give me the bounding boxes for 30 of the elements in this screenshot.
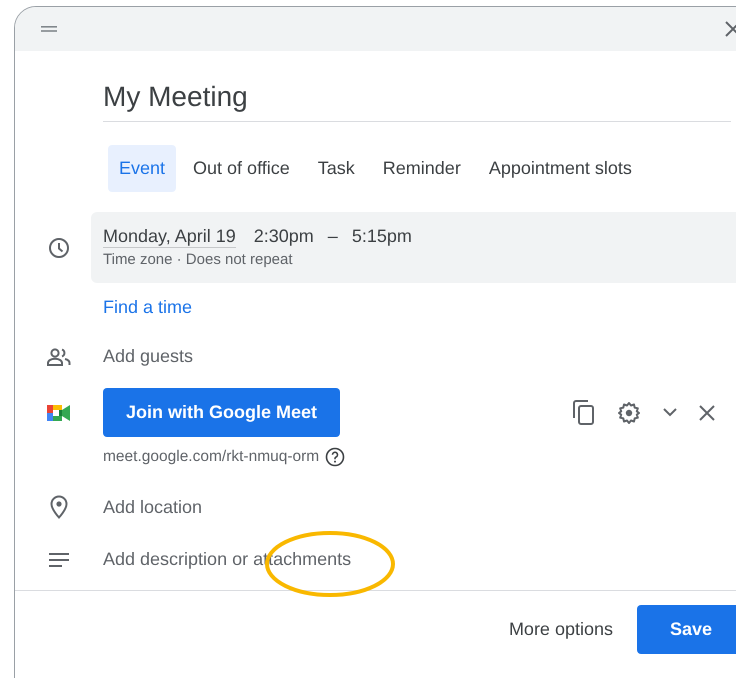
- join-meet-button[interactable]: Join with Google Meet: [103, 388, 340, 437]
- chevron-down-icon[interactable]: [663, 408, 677, 417]
- location-pin-icon: [50, 495, 68, 519]
- text-lines-icon: [48, 552, 70, 566]
- help-icon[interactable]: [325, 447, 346, 467]
- drag-handle-icon[interactable]: [41, 26, 57, 32]
- copy-icon[interactable]: [573, 400, 595, 426]
- meet-link[interactable]: meet.google.com/rkt-nmuq-orm: [103, 448, 320, 466]
- time-panel[interactable]: Monday, April 19 2:30pm – 5:15pm Time zone · Does not repeat: [91, 212, 736, 283]
- video-camera-icon: [46, 403, 72, 423]
- event-type-tab[interactable]: Task: [306, 145, 366, 192]
- event-type-tab[interactable]: Event: [108, 145, 176, 192]
- end-time[interactable]: 5:15pm: [352, 226, 412, 247]
- people-icon: [46, 348, 72, 366]
- start-time[interactable]: 2:30pm: [254, 226, 314, 247]
- recurrence-text[interactable]: Time zone · Does not repeat: [103, 251, 293, 268]
- event-type-tab[interactable]: Out of office: [182, 145, 301, 192]
- settings-icon[interactable]: [617, 400, 641, 424]
- find-a-time-link[interactable]: Find a time: [103, 297, 192, 318]
- more-options-button[interactable]: More options: [494, 606, 627, 653]
- event-type-tab[interactable]: Reminder: [372, 145, 472, 192]
- add-guests-field[interactable]: Add guests: [103, 346, 194, 367]
- event-type-tab[interactable]: Appointment slots: [478, 145, 643, 192]
- close-icon[interactable]: [699, 404, 715, 420]
- time-separator: –: [328, 226, 338, 247]
- save-button[interactable]: Save: [637, 605, 736, 654]
- clock-icon: [48, 236, 70, 258]
- date-field[interactable]: Monday, April 19: [103, 226, 236, 248]
- title-field[interactable]: My Meeting: [103, 81, 731, 122]
- add-location-field[interactable]: Add location: [103, 496, 202, 518]
